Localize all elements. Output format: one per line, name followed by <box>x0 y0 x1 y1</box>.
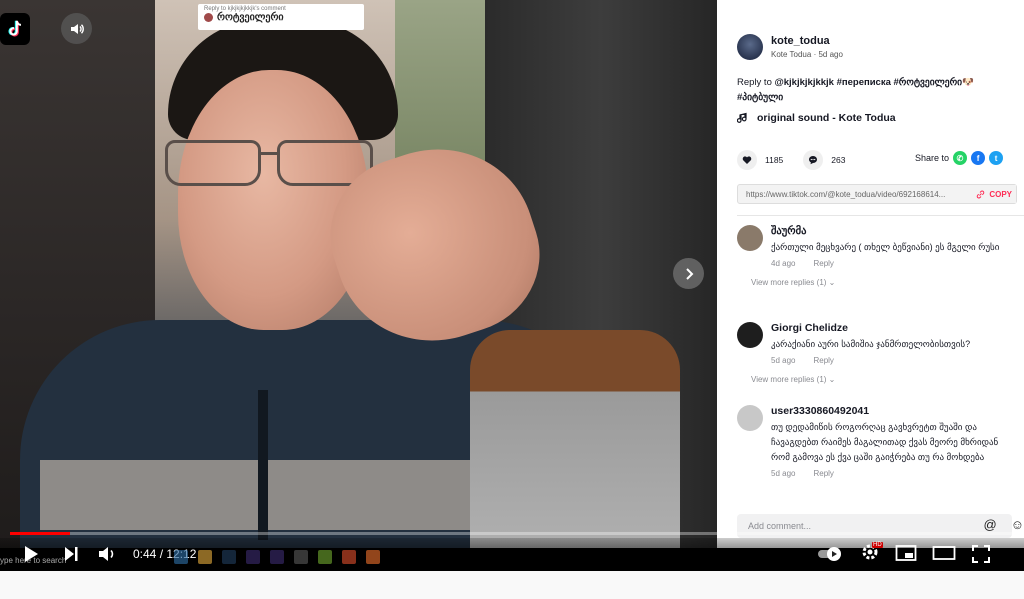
share-label: Share to <box>915 153 950 163</box>
taskbar-app-icon <box>366 550 380 564</box>
reply-sticker-username: როტვეილერი <box>217 12 284 23</box>
comment-avatar[interactable] <box>737 405 763 431</box>
heart-icon <box>742 156 752 164</box>
comment-age: 5d ago <box>771 356 796 365</box>
like-count: 1185 <box>765 155 784 165</box>
tiktok-note-icon <box>8 20 22 37</box>
post-age: 5d ago <box>818 50 843 59</box>
taskbar-app-icon <box>222 550 236 564</box>
page-below-player <box>0 571 1024 599</box>
comment-avatar[interactable] <box>737 322 763 348</box>
volume-icon[interactable] <box>97 544 117 564</box>
reply-comment-sticker: Reply to kjkjkjkjkkjk's comment როტვეილე… <box>198 4 364 30</box>
comment-item: user3330860492041 თუ დედამიწის როგორღაც … <box>737 405 1007 478</box>
next-track-icon[interactable] <box>63 544 79 564</box>
tiktok-logo-icon[interactable] <box>0 13 30 45</box>
description-tags[interactable]: @kjkjkjkjkkjk #переписка #როტვეილერი🐶 #პ… <box>737 77 974 103</box>
comment-avatar[interactable] <box>737 225 763 251</box>
next-video-button[interactable] <box>673 258 704 289</box>
engagement-stats: 1185 263 <box>737 150 845 170</box>
emoji-icon[interactable]: ☺ <box>1011 517 1024 532</box>
taskbar-app-icon <box>270 550 284 564</box>
comment-meta: 5d ago Reply <box>771 469 1007 478</box>
taskbar-app-icon <box>174 550 188 564</box>
taskbar-chrome-icon <box>342 550 356 564</box>
author-info[interactable]: kote_todua Kote Todua · 5d ago <box>737 34 843 60</box>
miniplayer-icon[interactable] <box>895 544 917 562</box>
share-row: Share to ✆ f t <box>915 151 1004 165</box>
description-prefix: Reply to <box>737 77 772 88</box>
speaker-icon <box>70 23 84 34</box>
author-username[interactable]: kote_todua <box>771 35 843 47</box>
link-icon <box>977 190 985 198</box>
reply-button[interactable]: Reply <box>813 356 833 365</box>
author-avatar[interactable] <box>737 34 763 60</box>
details-panel: kote_todua Kote Todua · 5d ago Reply to … <box>717 0 1024 548</box>
mention-icon[interactable]: @ <box>984 517 997 532</box>
cropped-title-text <box>0 593 430 599</box>
chevron-down-icon: ⌄ <box>828 375 836 384</box>
comment-text: ქართული მეცხვარე ( თხელ ბეწვიანი) ეს მგე… <box>771 242 1000 252</box>
comment-author[interactable]: შაურმა <box>771 225 999 237</box>
comment-bubble-icon <box>809 156 818 165</box>
comment-age: 4d ago <box>771 259 796 268</box>
comment-input-icons: @ ☺ <box>984 517 1024 532</box>
player-controls: ype here to search 0:44 / 12:12 HD <box>0 538 1024 571</box>
taskbar-folder-icon <box>198 550 212 564</box>
taskbar-app-icon <box>294 550 308 564</box>
view-more-replies[interactable]: View more replies (1) ⌄ <box>751 375 1007 384</box>
reply-sticker-avatar <box>204 13 213 22</box>
view-more-replies[interactable]: View more replies (1) ⌄ <box>751 278 1007 287</box>
chevron-down-icon: ⌄ <box>828 278 836 287</box>
comment-meta: 4d ago Reply <box>771 259 999 268</box>
comment-item: შაურმა ქართული მეცხვარე ( თხელ ბეწვიანი)… <box>737 225 1007 287</box>
taskbar-app-icon <box>246 550 260 564</box>
add-comment-placeholder: Add comment... <box>748 521 812 531</box>
reply-sticker-name: როტვეილერი <box>204 12 358 23</box>
comment-button[interactable] <box>803 150 824 170</box>
comment-count: 263 <box>831 155 846 165</box>
music-link[interactable]: original sound - Kote Todua <box>737 112 896 124</box>
comment-meta: 5d ago Reply <box>771 356 970 365</box>
panel-divider <box>737 215 1024 216</box>
hd-badge: HD <box>872 542 883 548</box>
reply-button[interactable]: Reply <box>813 469 833 478</box>
comment-age: 5d ago <box>771 469 796 478</box>
music-title: original sound - Kote Todua <box>757 112 896 124</box>
view-more-replies-label: View more replies (1) <box>751 278 827 287</box>
progress-bar-fill <box>10 532 71 535</box>
author-subline: Kote Todua · 5d ago <box>771 50 843 59</box>
comment-item: Giorgi Chelidze კარაქიანი აური სამიშია ჯ… <box>737 322 1007 384</box>
music-note-icon <box>737 112 747 123</box>
view-more-replies-label: View more replies (1) <box>751 375 827 384</box>
chevron-right-icon <box>685 267 693 280</box>
video-link-box[interactable]: https://www.tiktok.com/@kote_todua/video… <box>737 184 1017 204</box>
like-button[interactable] <box>737 150 757 170</box>
comment-text: თუ დედამიწის როგორღაც გავხვრეტთ შუაში და… <box>771 422 999 462</box>
author-display-name: Kote Todua <box>771 50 812 59</box>
copy-link-button[interactable]: COPY <box>968 185 1016 203</box>
comment-text: კარაქიანი აური სამიშია ჯანმრთელობისთვის? <box>771 339 971 349</box>
fullscreen-icon[interactable] <box>971 544 991 564</box>
comment-author[interactable]: Giorgi Chelidze <box>771 322 970 334</box>
facebook-icon[interactable]: f <box>971 151 986 165</box>
settings-button[interactable]: HD <box>860 542 883 567</box>
comment-author[interactable]: user3330860492041 <box>771 405 1007 417</box>
person-sweater <box>0 300 717 548</box>
taskbar-ghost-icons <box>174 550 380 564</box>
taskbar-app-icon <box>318 550 332 564</box>
twitter-icon[interactable]: t <box>989 151 1004 165</box>
theater-mode-icon[interactable] <box>932 544 956 562</box>
copy-label: COPY <box>989 189 1012 199</box>
video-link-text: https://www.tiktok.com/@kote_todua/video… <box>746 189 946 199</box>
volume-button[interactable] <box>61 13 92 44</box>
video-frame[interactable]: Reply to kjkjkjkjkkjk's comment როტვეილე… <box>0 0 717 548</box>
autoplay-toggle-icon[interactable] <box>817 546 843 562</box>
reply-button[interactable]: Reply <box>813 259 833 268</box>
progress-bar[interactable] <box>10 532 1014 535</box>
play-icon[interactable] <box>22 544 40 564</box>
player-stage: Reply to kjkjkjkjkkjk's comment როტვეილე… <box>0 0 1024 571</box>
whatsapp-icon[interactable]: ✆ <box>953 151 968 165</box>
post-description: Reply to @kjkjkjkjkkjk #переписка #როტვე… <box>737 75 1017 105</box>
